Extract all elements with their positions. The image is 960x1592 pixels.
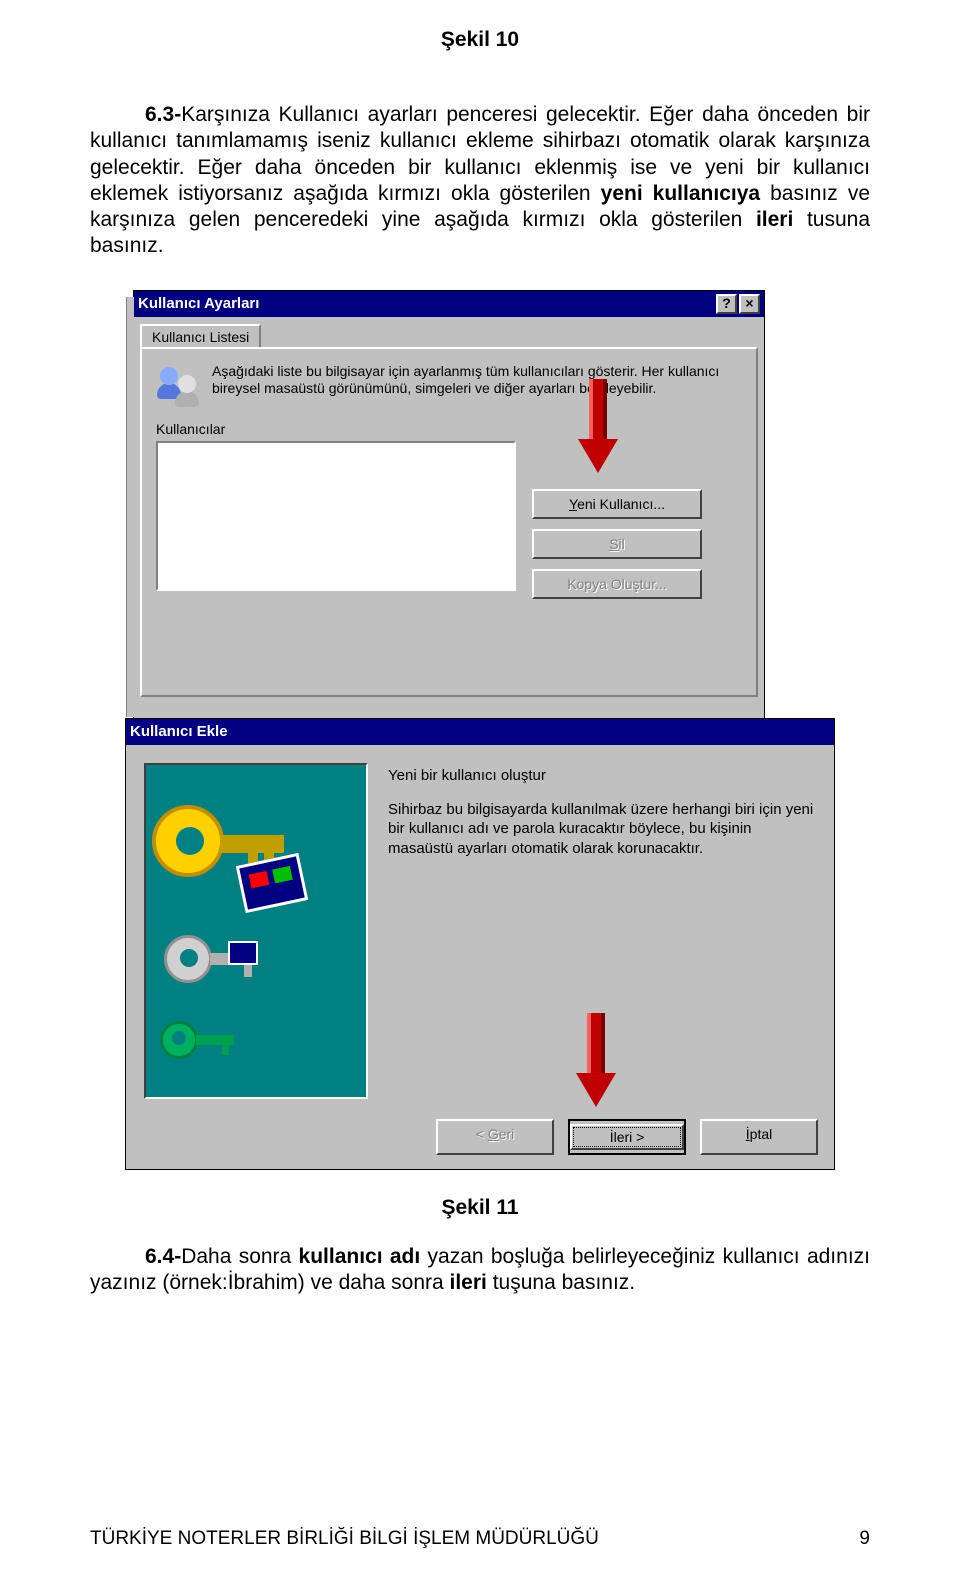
- users-listbox[interactable]: [156, 441, 516, 591]
- paragraph-1: 6.3-Karşınıza Kullanıcı ayarları pencere…: [0, 102, 960, 260]
- red-arrow-icon-2: [576, 1013, 616, 1109]
- red-arrow-icon: [578, 379, 618, 475]
- help-button[interactable]: ?: [716, 294, 737, 314]
- titlebar-add-user: Kullanıcı Ekle: [126, 719, 834, 745]
- cancel-button[interactable]: İptal: [700, 1119, 818, 1155]
- windows-logo-icon: [236, 852, 309, 912]
- wizard-graphic: [144, 763, 368, 1099]
- title-text-2: Kullanıcı Ekle: [130, 723, 228, 740]
- para2-text-c: tuşuna basınız.: [487, 1271, 635, 1294]
- users-label: Kullanıcılar: [156, 421, 742, 437]
- back-button[interactable]: < Geri: [436, 1119, 554, 1155]
- titlebar-user-settings: Kullanıcı Ayarları ? ×: [134, 291, 764, 317]
- mini-windows-icon: [228, 941, 258, 965]
- step-number-2: 6.4-: [145, 1245, 181, 1268]
- figure-title-top: Şekil 10: [0, 0, 960, 52]
- title-text: Kullanıcı Ayarları: [138, 295, 259, 312]
- page-number: 9: [859, 1528, 870, 1550]
- step-number-1: 6.3-: [145, 103, 181, 126]
- footer-org: TÜRKİYE NOTERLER BİRLİĞİ BİLGİ İŞLEM MÜD…: [90, 1528, 599, 1550]
- delete-button[interactable]: Sil: [532, 529, 702, 559]
- new-user-button[interactable]: Yeni Kullanıcı...: [532, 489, 702, 519]
- next-button[interactable]: İleri >: [568, 1119, 686, 1155]
- para1-bold-2: ileri: [756, 208, 793, 231]
- para2-text-a: Daha sonra: [181, 1245, 298, 1268]
- page-footer: TÜRKİYE NOTERLER BİRLİĞİ BİLGİ İŞLEM MÜD…: [90, 1528, 870, 1550]
- left-strip-decoration: [126, 297, 134, 717]
- window-add-user: Kullanıcı Ekle Yeni bir kullanıcı oluştu…: [125, 718, 835, 1170]
- tab-panel: Aşağıdaki liste bu bilgisayar için ayarl…: [140, 347, 758, 697]
- para2-bold-1: kullanıcı adı: [299, 1245, 421, 1268]
- wizard-heading: Yeni bir kullanıcı oluştur: [388, 767, 816, 784]
- tab-user-list[interactable]: Kullanıcı Listesi: [140, 324, 261, 348]
- figure-caption-2: Şekil 11: [0, 1196, 960, 1220]
- para2-bold-2: ileri: [450, 1271, 487, 1294]
- screenshots-area: Kullanıcı Ayarları ? × Kullanıcı Listesi…: [125, 290, 835, 1176]
- info-text: Aşağıdaki liste bu bilgisayar için ayarl…: [212, 363, 742, 407]
- paragraph-2: 6.4-Daha sonra kullanıcı adı yazan boşlu…: [0, 1244, 960, 1297]
- window-user-settings: Kullanıcı Ayarları ? × Kullanıcı Listesi…: [133, 290, 765, 730]
- wizard-body: Sihirbaz bu bilgisayarda kullanılmak üze…: [388, 800, 816, 859]
- copy-button[interactable]: Kopya Oluştur...: [532, 569, 702, 599]
- para1-bold-1: yeni kullanıcıya: [601, 182, 760, 205]
- tab-strip: Kullanıcı Listesi Aşağıdaki liste bu bil…: [134, 317, 764, 703]
- users-icon: [156, 363, 202, 407]
- close-button[interactable]: ×: [739, 294, 760, 314]
